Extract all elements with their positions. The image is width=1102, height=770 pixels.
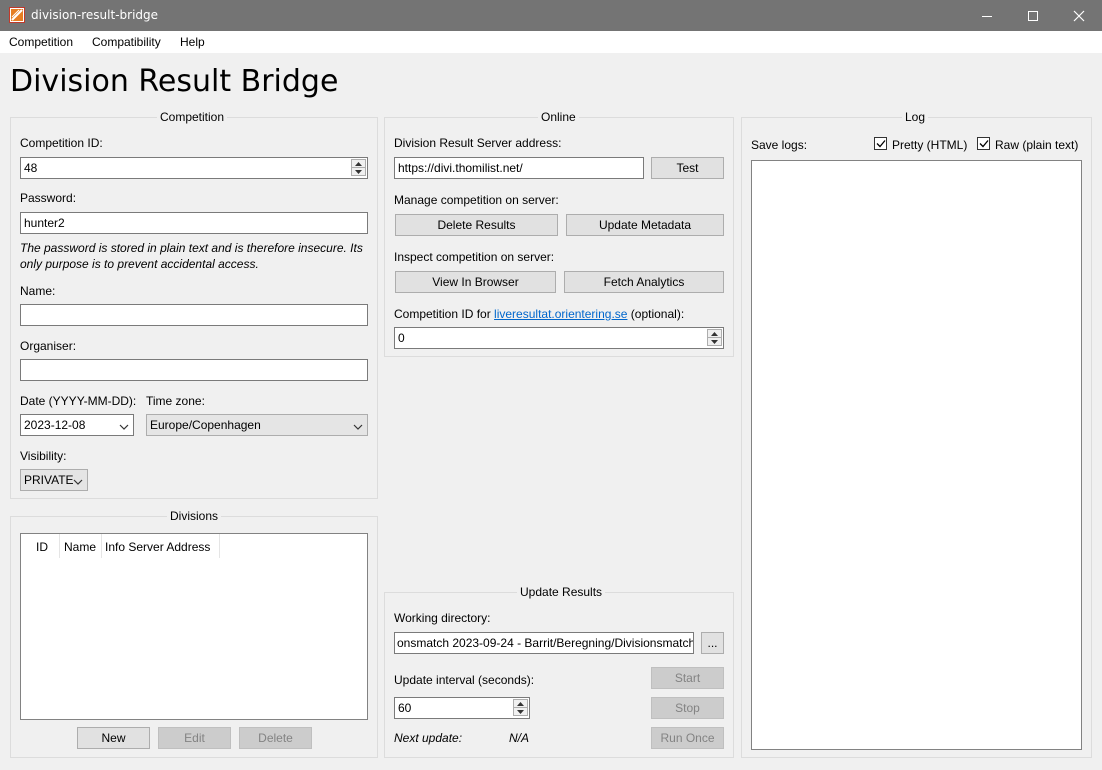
name-field[interactable]: [20, 304, 368, 326]
organiser-field[interactable]: [20, 359, 368, 381]
menu-competition[interactable]: Competition: [9, 35, 73, 49]
view-in-browser-button[interactable]: View In Browser: [395, 271, 556, 293]
column-header-name[interactable]: Name: [64, 534, 96, 558]
window-title: division-result-bridge: [31, 8, 159, 22]
minimize-button[interactable]: [964, 0, 1010, 31]
password-note: The password is stored in plain text and…: [20, 241, 363, 271]
inspect-label: Inspect competition on server:: [394, 250, 555, 264]
timezone-label: Time zone:: [146, 394, 205, 408]
pretty-html-label[interactable]: Pretty (HTML): [892, 138, 967, 152]
server-address-field[interactable]: https://divi.thomilist.net/: [394, 157, 644, 179]
working-directory-field[interactable]: onsmatch 2023-09-24 - Barrit/Beregning/D…: [394, 632, 694, 654]
column-separator: [59, 534, 60, 558]
visibility-label: Visibility:: [20, 449, 67, 463]
start-button[interactable]: Start: [651, 667, 724, 689]
run-once-button[interactable]: Run Once: [651, 727, 724, 749]
liveresultat-id-spinbox[interactable]: 0: [394, 327, 724, 349]
competition-id-spin-buttons[interactable]: [351, 159, 366, 177]
test-button[interactable]: Test: [651, 157, 724, 179]
date-value: 2023-12-08: [24, 418, 86, 432]
online-group: [384, 117, 734, 357]
date-label: Date (YYYY-MM-DD):: [20, 394, 137, 408]
stop-button[interactable]: Stop: [651, 697, 724, 719]
update-interval-spinbox[interactable]: 60: [394, 697, 530, 719]
liveresultat-suffix: (optional):: [627, 307, 685, 321]
new-division-button[interactable]: New: [77, 727, 150, 749]
menu-help[interactable]: Help: [180, 35, 205, 49]
column-separator: [219, 534, 220, 558]
password-label: Password:: [20, 191, 77, 205]
column-header-id[interactable]: ID: [36, 534, 48, 558]
visibility-value: PRIVATE: [24, 473, 74, 487]
manage-label: Manage competition on server:: [394, 193, 559, 207]
chevron-down-icon: [119, 420, 129, 434]
chevron-down-icon: [353, 420, 363, 434]
delete-results-button[interactable]: Delete Results: [395, 214, 558, 236]
competition-group-title: Competition: [157, 110, 228, 124]
browse-button[interactable]: ...: [701, 632, 724, 654]
next-update-value: N/A: [509, 731, 530, 745]
competition-id-spinbox[interactable]: 48: [20, 157, 368, 179]
menu-compatibility[interactable]: Compatibility: [92, 35, 161, 49]
interval-spin-buttons[interactable]: [513, 699, 528, 717]
liveresultat-link[interactable]: liveresultat.orientering.se: [494, 307, 627, 321]
liveresultat-spin-buttons[interactable]: [707, 329, 722, 347]
divisions-table[interactable]: ID Name Info Server Address: [20, 533, 368, 720]
update-interval-label: Update interval (seconds):: [394, 673, 535, 687]
app-icon: [9, 7, 25, 23]
spin-down-icon[interactable]: [351, 167, 366, 176]
divisions-group-title: Divisions: [167, 509, 222, 523]
checkmark-icon: [979, 140, 988, 148]
raw-text-checkbox[interactable]: [977, 137, 990, 150]
working-directory-label: Working directory:: [394, 611, 491, 625]
competition-id-label: Competition ID:: [20, 136, 103, 150]
name-label: Name:: [20, 284, 56, 298]
app-title: Division Result Bridge: [10, 64, 339, 99]
online-group-title: Online: [538, 110, 579, 124]
column-separator: [101, 534, 102, 558]
competition-id-value: 48: [24, 161, 38, 175]
password-field[interactable]: hunter2: [20, 212, 368, 234]
chevron-down-icon: [73, 475, 83, 489]
liveresultat-id-value: 0: [398, 331, 405, 345]
timezone-value: Europe/Copenhagen: [150, 418, 261, 432]
liveresultat-prefix: Competition ID for: [394, 307, 495, 321]
liveresultat-label: Competition ID for liveresultat.orienter…: [394, 307, 684, 321]
timezone-select[interactable]: Europe/Copenhagen: [146, 414, 368, 436]
menu-bar: Competition Compatibility Help: [0, 31, 1102, 53]
pretty-html-checkbox[interactable]: [874, 137, 887, 150]
visibility-select[interactable]: PRIVATE: [20, 469, 88, 491]
spin-down-icon[interactable]: [707, 337, 722, 346]
checkmark-icon: [876, 140, 885, 148]
close-button[interactable]: [1056, 0, 1102, 31]
next-update-label: Next update:: [394, 731, 463, 745]
delete-division-button[interactable]: Delete: [239, 727, 312, 749]
raw-text-label[interactable]: Raw (plain text): [995, 138, 1078, 152]
fetch-analytics-button[interactable]: Fetch Analytics: [564, 271, 724, 293]
column-header-info-server[interactable]: Info Server Address: [105, 534, 210, 558]
date-picker[interactable]: 2023-12-08: [20, 414, 134, 436]
save-logs-label: Save logs:: [751, 138, 808, 152]
edit-division-button[interactable]: Edit: [158, 727, 231, 749]
organiser-label: Organiser:: [20, 339, 77, 353]
update-interval-value: 60: [398, 701, 412, 715]
log-group-title: Log: [902, 110, 929, 124]
update-metadata-button[interactable]: Update Metadata: [566, 214, 724, 236]
spin-down-icon[interactable]: [513, 707, 528, 716]
maximize-button[interactable]: [1010, 0, 1056, 31]
update-results-group-title: Update Results: [517, 585, 606, 599]
server-address-label: Division Result Server address:: [394, 136, 562, 150]
log-output[interactable]: [751, 160, 1082, 750]
title-bar: division-result-bridge: [0, 0, 1102, 31]
